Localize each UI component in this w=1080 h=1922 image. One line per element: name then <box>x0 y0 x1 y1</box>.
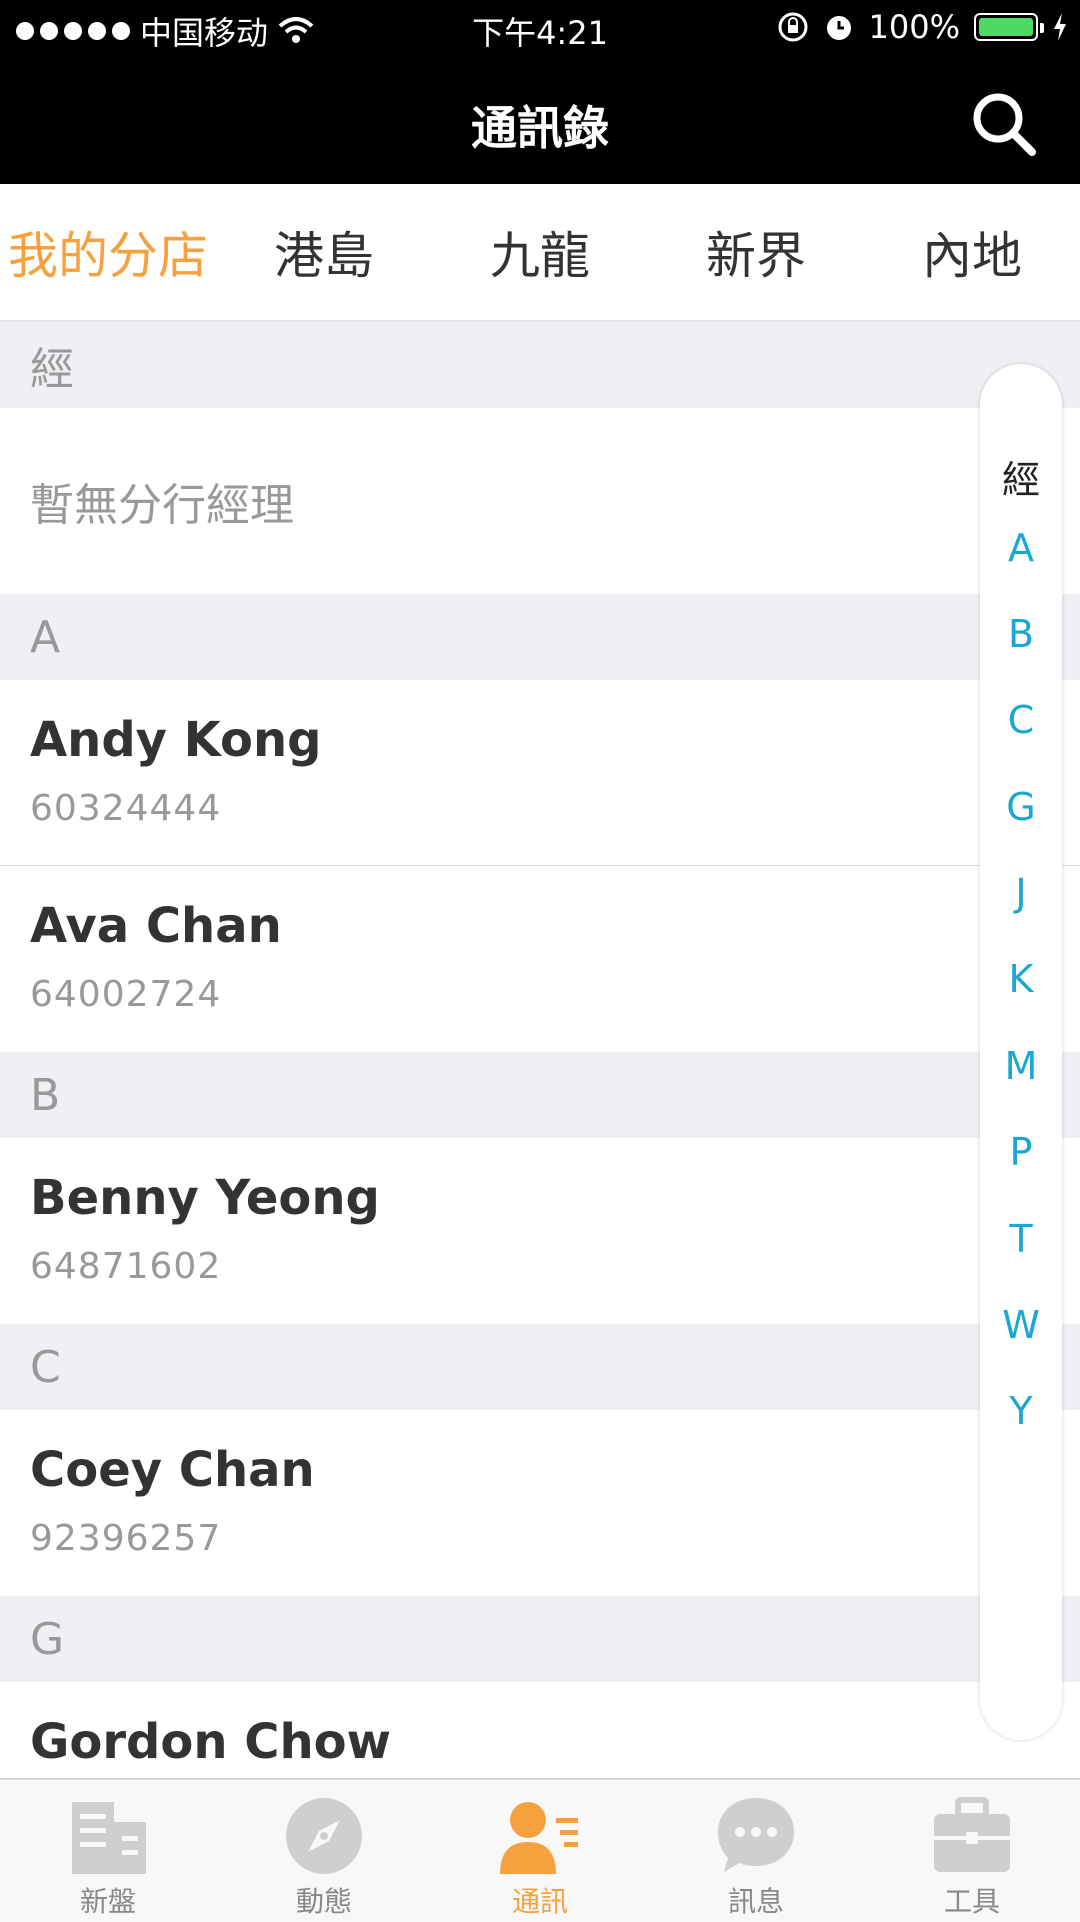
tab-contacts[interactable]: 通訊 <box>432 1780 648 1922</box>
building-icon <box>72 1802 146 1874</box>
contact-row[interactable]: Andy Kong 60324444 <box>0 680 1080 866</box>
contact-row[interactable]: Coey Chan 92396257 <box>0 1410 1080 1596</box>
contact-name: Benny Yeong <box>30 1170 380 1226</box>
contact-row[interactable]: Benny Yeong 64871602 <box>0 1138 1080 1324</box>
navigation-bar: 通訊錄 <box>0 58 1080 184</box>
battery-icon <box>974 13 1044 41</box>
tab-new-territories[interactable]: 新界 <box>648 184 864 320</box>
contact-phone: 60324444 <box>30 788 222 829</box>
charging-bolt-icon <box>1054 13 1066 41</box>
tab-label: 新盤 <box>79 1885 136 1918</box>
toolbox-icon <box>934 1797 1010 1872</box>
compass-icon <box>286 1798 362 1874</box>
alarm-icon <box>826 16 851 40</box>
contact-row[interactable]: Ava Chan 64002724 <box>0 866 1080 1052</box>
tab-label: 動態 <box>295 1885 352 1918</box>
tab-new-projects[interactable]: 新盤 <box>0 1780 216 1922</box>
tab-hong-kong-island[interactable]: 港島 <box>216 184 432 320</box>
section-header-g: G <box>0 1596 1080 1682</box>
bottom-tab-bar: 新盤 動態 通訊 訊息 工具 <box>0 1778 1080 1922</box>
tab-tools[interactable]: 工具 <box>864 1780 1080 1922</box>
section-header-manager: 經 <box>0 322 1080 408</box>
section-index[interactable]: 經 A B C G J K M P T W Y <box>980 364 1062 1740</box>
contact-name: Coey Chan <box>30 1442 315 1498</box>
index-item-t[interactable]: T <box>980 1217 1062 1261</box>
index-item-y[interactable]: Y <box>980 1389 1062 1433</box>
index-item-a[interactable]: A <box>980 526 1062 570</box>
empty-manager-message: 暫無分行經理 <box>0 408 1080 594</box>
contact-row[interactable]: Gordon Chow <box>0 1682 1080 1778</box>
contact-phone: 64871602 <box>30 1246 222 1287</box>
tab-kowloon[interactable]: 九龍 <box>432 184 648 320</box>
index-item-g[interactable]: G <box>980 785 1062 829</box>
index-item-b[interactable]: B <box>980 612 1062 656</box>
status-bar: 中国移动 下午4:21 100% <box>0 0 1080 58</box>
index-item-m[interactable]: M <box>980 1044 1062 1088</box>
index-item-k[interactable]: K <box>980 957 1062 1001</box>
tab-mainland[interactable]: 內地 <box>864 184 1080 320</box>
tab-news[interactable]: 動態 <box>216 1780 432 1922</box>
index-item-w[interactable]: W <box>980 1303 1062 1347</box>
contact-name: Ava Chan <box>30 898 282 954</box>
tab-messages[interactable]: 訊息 <box>648 1780 864 1922</box>
region-tabs: 我的分店 港島 九龍 新界 內地 <box>0 184 1080 322</box>
search-icon[interactable] <box>968 88 1040 160</box>
tab-label: 通訊 <box>511 1885 568 1918</box>
section-header-b: B <box>0 1052 1080 1138</box>
contact-name: Gordon Chow <box>30 1714 391 1770</box>
page-title: 通訊錄 <box>471 101 609 155</box>
contact-phone: 92396257 <box>30 1518 222 1559</box>
index-item-manager[interactable]: 經 <box>980 449 1062 504</box>
tab-my-branch[interactable]: 我的分店 <box>0 184 216 320</box>
index-item-c[interactable]: C <box>980 698 1062 742</box>
contact-list[interactable]: 經 暫無分行經理 A Andy Kong 60324444 Ava Chan 6… <box>0 322 1080 1778</box>
status-right: 100% <box>777 8 1068 46</box>
battery-percent: 100% <box>868 8 960 46</box>
contact-name: Andy Kong <box>30 712 322 768</box>
section-header-a: A <box>0 594 1080 680</box>
rotation-lock-icon <box>778 12 808 42</box>
index-item-p[interactable]: P <box>980 1130 1062 1174</box>
index-item-j[interactable]: J <box>980 871 1062 915</box>
contacts-icon <box>500 1802 578 1874</box>
section-header-c: C <box>0 1324 1080 1410</box>
chat-bubble-icon <box>718 1798 794 1872</box>
tab-label: 工具 <box>943 1885 1000 1918</box>
tab-label: 訊息 <box>727 1885 784 1918</box>
contact-phone: 64002724 <box>30 974 222 1015</box>
